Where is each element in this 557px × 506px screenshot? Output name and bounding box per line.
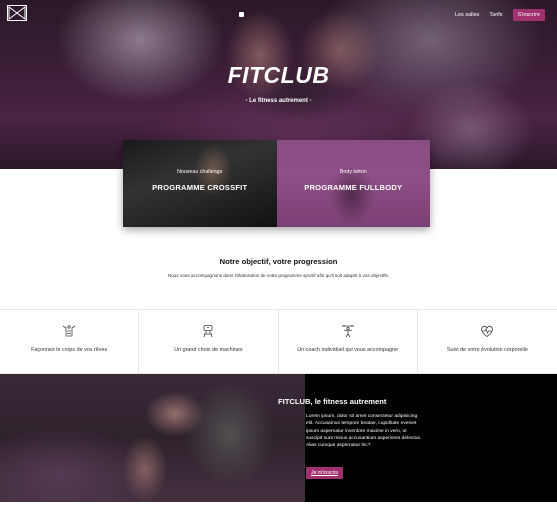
- machine-icon: [203, 325, 213, 338]
- nav-indicator-icon: [239, 12, 244, 17]
- about-text: Lorem ipsum, dolor sit amet consectetur …: [306, 414, 422, 449]
- program-tag: Body béton: [339, 169, 367, 175]
- about-athlete-image: [0, 374, 305, 502]
- top-nav: Les salles Tarifs S'inscrire: [455, 9, 545, 21]
- program-title: PROGRAMME FULLBODY: [304, 183, 403, 192]
- body-shape-icon: [62, 325, 76, 337]
- program-tag: Nouveau challenge: [177, 169, 223, 175]
- feature-label: Suivi de votre évolution corporelle: [446, 347, 528, 353]
- signup-button[interactable]: S'inscrire: [512, 9, 545, 21]
- hero-title: FITCLUB: [227, 62, 330, 88]
- join-button[interactable]: Je m'inscris: [306, 467, 343, 479]
- hero-subtitle: - Le fitness autrement -: [245, 98, 312, 104]
- feature-label: Façonnez le corps de vos rêves: [31, 347, 108, 353]
- objective-text: Nous vous accompagnons dans l'élaboratio…: [167, 273, 390, 278]
- objective-title: Notre objectif, votre progression: [219, 257, 338, 266]
- features-row: Façonnez le corps de vos rêves Un grand …: [0, 309, 557, 374]
- feature-item: Un grand choix de machines: [139, 310, 279, 373]
- bowtie-logo-icon[interactable]: [7, 5, 27, 21]
- heartbeat-icon: [481, 325, 494, 337]
- feature-item: Suivi de votre évolution corporelle: [418, 310, 557, 373]
- feature-label: Un coach individuel qui vous accompagne: [297, 347, 398, 353]
- coach-icon: [341, 325, 354, 338]
- program-card-fullbody[interactable]: Body béton PROGRAMME FULLBODY: [276, 140, 430, 227]
- feature-item: Façonnez le corps de vos rêves: [0, 310, 140, 373]
- feature-label: Un grand choix de machines: [174, 347, 243, 353]
- about-section: [0, 374, 557, 502]
- feature-item: Un coach individuel qui vous accompagne: [279, 310, 418, 373]
- program-title: PROGRAMME CROSSFIT: [152, 183, 248, 192]
- program-card-crossfit[interactable]: Nouveau challenge PROGRAMME CROSSFIT: [123, 140, 277, 227]
- nav-link-salles[interactable]: Les salles: [455, 12, 479, 18]
- program-cards: Nouveau challenge PROGRAMME CROSSFIT Bod…: [123, 140, 430, 227]
- about-title: FITCLUB, le fitness autrement: [278, 397, 387, 406]
- nav-link-tarifs[interactable]: Tarifs: [489, 12, 502, 18]
